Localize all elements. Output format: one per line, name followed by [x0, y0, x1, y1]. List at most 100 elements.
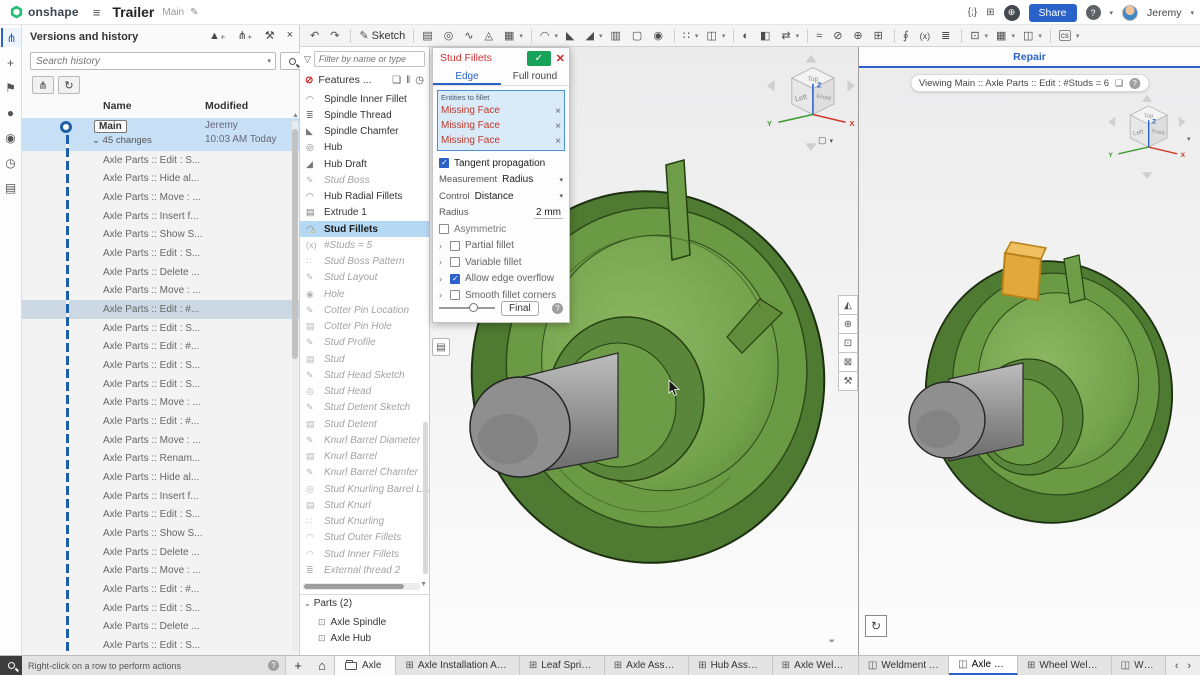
document-tab[interactable]: Axle Assembly	[605, 656, 689, 675]
toolbar-button[interactable]	[461, 27, 479, 45]
expand-option-icon[interactable]: ›	[439, 241, 445, 251]
feature-item[interactable]: Extrude 1	[300, 205, 429, 221]
toolbar-button[interactable]	[419, 27, 438, 45]
tangent-propagation-checkbox[interactable]	[439, 158, 449, 168]
rotate-view-button[interactable]: ↻	[865, 615, 887, 637]
feature-item[interactable]: Stud Profile	[300, 335, 429, 351]
accept-button[interactable]: ✓	[527, 51, 551, 66]
feature-item[interactable]: Hole	[300, 286, 429, 302]
app-store-icon[interactable]: ⊞	[986, 7, 994, 18]
feature-list-hscrollbar[interactable]	[302, 583, 420, 590]
expand-option-icon[interactable]: ›	[439, 257, 445, 267]
selection-filter-button[interactable]: ▤	[432, 338, 450, 356]
learning-center-icon[interactable]: ⊕	[1004, 5, 1020, 21]
toolbar-button[interactable]	[733, 29, 734, 43]
history-row[interactable]: Axle Parts :: Move : ...	[22, 431, 299, 450]
status-help-icon[interactable]: ?	[268, 660, 279, 671]
history-row[interactable]: Axle Parts :: Move : ...	[22, 282, 299, 301]
feature-item[interactable]: Stud Head	[300, 384, 429, 400]
branch-name[interactable]: Main	[162, 7, 184, 18]
history-row[interactable]: Axle Parts :: Edit : #...	[22, 300, 299, 319]
parts-section-header[interactable]: ⌄Parts (2)	[304, 598, 352, 609]
fix-tools-icon[interactable]: ⚒	[838, 371, 858, 391]
toolbar-button[interactable]	[917, 27, 937, 45]
toolbar-button[interactable]	[894, 29, 895, 43]
user-caret-icon[interactable]: ▾	[1190, 9, 1194, 17]
toolbar-button[interactable]	[757, 27, 776, 45]
option-checkbox[interactable]	[450, 241, 460, 251]
toolbar-button[interactable]	[739, 27, 755, 45]
feature-item[interactable]: Stud Knurl	[300, 497, 429, 513]
feature-item[interactable]: Stud Detent Sketch	[300, 400, 429, 416]
dialog-help-icon[interactable]: ?	[552, 303, 563, 314]
toolbar-button[interactable]	[441, 27, 460, 45]
history-row[interactable]: Axle Parts :: Renam...	[22, 450, 299, 469]
history-scrollbar[interactable]: ▲ ▼	[292, 121, 298, 651]
toolbar-button[interactable]	[674, 29, 675, 43]
tabs-scroll-left-icon[interactable]: ‹	[1175, 660, 1179, 672]
asymmetric-checkbox[interactable]	[439, 224, 449, 234]
tabs-scroll-right-icon[interactable]: ›	[1187, 660, 1191, 672]
toolbar-button[interactable]	[900, 27, 915, 45]
feature-item[interactable]: External thread 2	[300, 562, 429, 578]
toolbar-button[interactable]	[327, 27, 345, 45]
close-panel-icon[interactable]: ×	[287, 29, 293, 42]
feature-item[interactable]: Stud Boss Pattern	[300, 254, 429, 270]
follow-mode-icon[interactable]: ◉	[1, 128, 21, 147]
feature-item[interactable]: Stud Head Sketch	[300, 367, 429, 383]
history-row[interactable]: Axle Parts :: Edit : S...	[22, 356, 299, 375]
history-row[interactable]: Axle Parts :: Show S...	[22, 524, 299, 543]
help-icon[interactable]: ?	[1086, 5, 1101, 20]
screen-lens-button[interactable]	[0, 656, 22, 675]
measurement-dropdown[interactable]: Measurement Radius ▾	[433, 172, 569, 189]
search-options-caret-icon[interactable]: ▾	[267, 57, 275, 65]
help-caret-icon[interactable]: ▾	[1110, 9, 1114, 17]
toolbar-button[interactable]	[938, 27, 956, 45]
branches-icon[interactable]: ⚑	[1, 78, 21, 97]
history-row[interactable]: Axle Parts :: Hide al...	[22, 170, 299, 189]
option-checkbox[interactable]	[450, 274, 460, 284]
history-tools-icon[interactable]: ⚒	[265, 29, 275, 42]
suspend-regeneration-icon[interactable]: ‖	[406, 75, 410, 86]
toolbar-button[interactable]	[967, 27, 991, 45]
feature-item[interactable]: Stud	[300, 351, 429, 367]
onshape-logo-text[interactable]: onshape	[28, 5, 79, 19]
feature-item[interactable]: Cotter Pin Location	[300, 302, 429, 318]
repair-view-cube[interactable]: Top Left Front Z X Y	[1105, 93, 1189, 184]
heal-tool-icon[interactable]: ◭	[838, 295, 858, 315]
toolbar-button[interactable]	[583, 27, 606, 45]
user-name[interactable]: Jeremy	[1147, 7, 1181, 19]
show-branches-toggle[interactable]: ⋔	[32, 76, 54, 94]
toolbar-button[interactable]	[813, 27, 828, 45]
pill-help-icon[interactable]: ?	[1129, 78, 1140, 89]
scroll-down-icon[interactable]: ▼	[420, 581, 427, 588]
history-row[interactable]: Axle Parts :: Move : ...	[22, 561, 299, 580]
part-item[interactable]: ⊡ Axle Hub	[318, 630, 386, 646]
toolbar-button[interactable]	[993, 27, 1018, 45]
history-row[interactable]: Axle Parts :: Delete ...	[22, 543, 299, 562]
add-tab-button[interactable]: +	[286, 656, 310, 675]
history-icon[interactable]: ◷	[1, 153, 21, 172]
toolbar-button[interactable]	[830, 27, 848, 45]
feature-item[interactable]: #Studs = 5	[300, 237, 429, 253]
feature-item[interactable]: Stud Layout	[300, 270, 429, 286]
control-dropdown[interactable]: Control Distance ▾	[433, 188, 569, 205]
part-item[interactable]: ⊡ Axle Spindle	[318, 614, 386, 630]
history-row[interactable]: Axle Parts :: Delete ...	[22, 617, 299, 636]
history-row[interactable]: Axle Parts :: Edit : S...	[22, 505, 299, 524]
feature-item[interactable]: Hub Radial Fillets	[300, 189, 429, 205]
radius-input[interactable]: 2 mm	[534, 207, 563, 219]
feature-item[interactable]: Spindle Chamfer	[300, 124, 429, 140]
history-row[interactable]: Axle Parts :: Move : ...	[22, 394, 299, 413]
feature-item[interactable]: Knurl Barrel Diameter	[300, 432, 429, 448]
collapse-parts-icon[interactable]: ⌄	[304, 599, 311, 608]
feature-item[interactable]: Stud Fillets	[300, 221, 429, 237]
orientation-sphere-icon[interactable]: ◒	[828, 632, 835, 646]
toolbar-button[interactable]	[778, 27, 802, 45]
feature-item[interactable]: Stud Detent	[300, 416, 429, 432]
repair-tab[interactable]: Repair	[1013, 51, 1046, 63]
tab-full-round[interactable]: Full round	[501, 68, 569, 85]
home-tab-button[interactable]: ⌂	[310, 656, 334, 675]
document-tab[interactable]: Axle Parts	[949, 656, 1018, 675]
feature-item[interactable]: Hub Draft	[300, 156, 429, 172]
